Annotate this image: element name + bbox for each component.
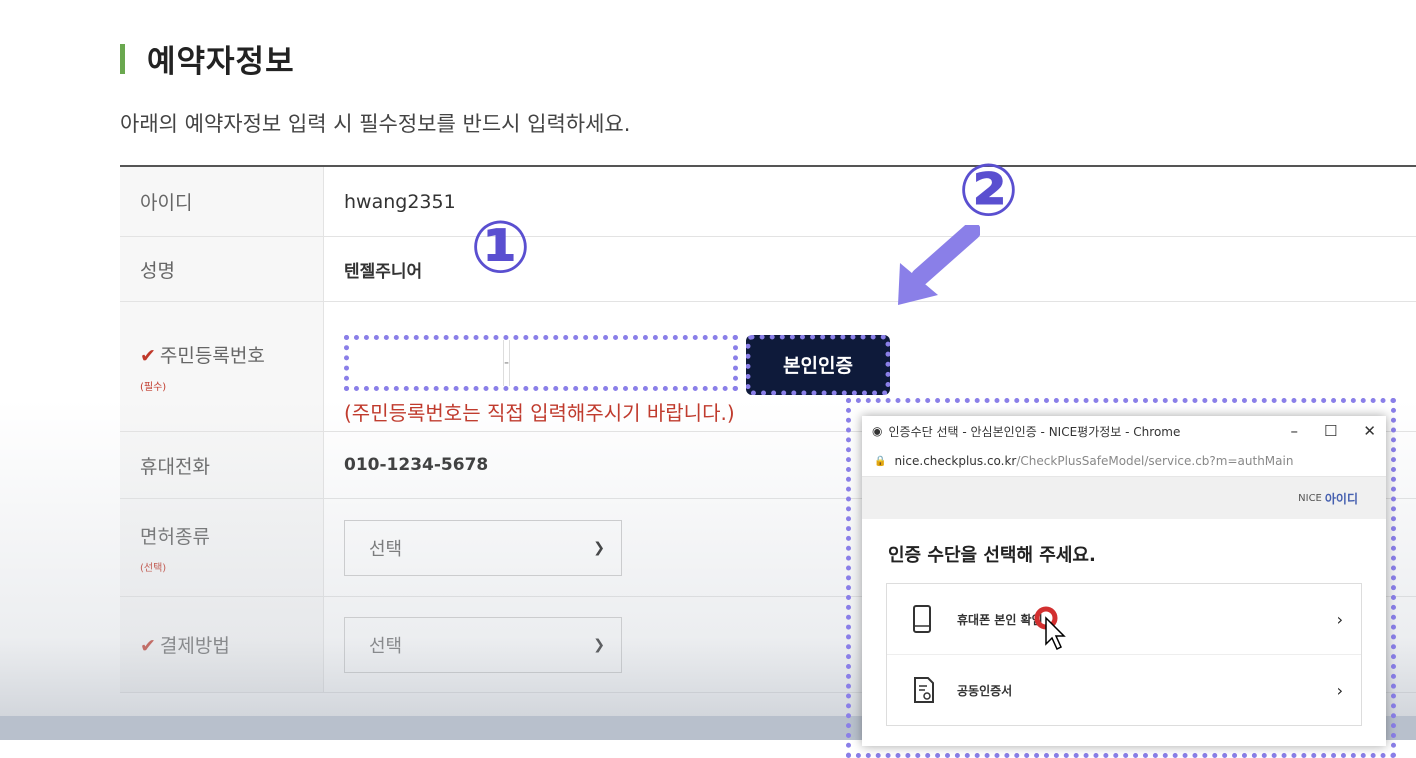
step-1-annotation: ① bbox=[470, 205, 531, 289]
label-id-text: 아이디 bbox=[140, 192, 193, 214]
chevron-down-icon: ❯ bbox=[593, 539, 605, 556]
minimize-icon[interactable]: – bbox=[1290, 422, 1298, 440]
verify-button[interactable]: 본인인증 bbox=[746, 334, 890, 395]
section-description: 아래의 예약자정보 입력 시 필수정보를 반드시 입력하세요. bbox=[120, 112, 631, 136]
label-license-text: 면허종류 bbox=[140, 525, 210, 548]
label-phone: 휴대전화 bbox=[120, 432, 324, 498]
annotation-arrow-icon bbox=[898, 225, 980, 305]
step-2-annotation: ② bbox=[958, 148, 1019, 232]
chevron-down-icon: ❯ bbox=[593, 636, 605, 653]
auth-option-list: 휴대폰 본인 확인 › 공동인증서 › bbox=[886, 583, 1362, 726]
section-header: 예약자정보 bbox=[120, 36, 295, 81]
chevron-right-icon: › bbox=[1336, 609, 1343, 629]
jumin-note: (주민등록번호는 직접 입력해주시기 바랍니다.) bbox=[344, 400, 735, 425]
page-title: 예약자정보 bbox=[147, 44, 295, 80]
jumin-first-input[interactable] bbox=[349, 339, 503, 388]
phone-icon bbox=[913, 605, 937, 633]
label-id: 아이디 bbox=[120, 167, 324, 236]
label-license: 면허종류 (선택) bbox=[120, 499, 324, 596]
label-jumin: ✔ 주민등록번호 (필수) bbox=[120, 302, 324, 431]
label-jumin-text: 주민등록번호 bbox=[159, 344, 265, 367]
jumin-input-group: - bbox=[344, 334, 747, 391]
license-select[interactable]: 선택 ❯ bbox=[344, 519, 622, 576]
label-payment-text: 결제방법 bbox=[159, 635, 230, 657]
required-check-icon: ✔ bbox=[140, 635, 156, 657]
payment-select[interactable]: 선택 ❯ bbox=[344, 616, 622, 673]
jumin-second-input[interactable] bbox=[510, 339, 747, 388]
popup-titlebar: ◉ 인증수단 선택 - 안심본인인증 - NICE평가정보 - Chrome –… bbox=[862, 416, 1386, 446]
auth-popup-window: ◉ 인증수단 선택 - 안심본인인증 - NICE평가정보 - Chrome –… bbox=[862, 416, 1386, 746]
maximize-icon[interactable]: ☐ bbox=[1324, 422, 1337, 440]
payment-select-value: 선택 bbox=[369, 635, 403, 657]
chrome-icon: ◉ bbox=[872, 424, 883, 438]
logo-prefix: NICE bbox=[1298, 492, 1322, 504]
row-name: 성명 텐젤주니어 bbox=[120, 237, 1416, 302]
popup-url-bar: 🔒 nice.checkplus.co.kr/CheckPlusSafeMode… bbox=[862, 446, 1386, 477]
auth-option-certificate[interactable]: 공동인증서 › bbox=[887, 654, 1361, 725]
popup-window-title: 인증수단 선택 - 안심본인인증 - NICE평가정보 - Chrome bbox=[888, 424, 1181, 439]
logo-brand: 아이디 bbox=[1324, 491, 1358, 506]
url-domain: nice.checkplus.co.kr bbox=[894, 454, 1017, 468]
jumin-dash: - bbox=[503, 339, 511, 386]
click-cursor-icon bbox=[1034, 606, 1066, 651]
lock-icon: 🔒 bbox=[874, 455, 887, 467]
close-icon[interactable]: ✕ bbox=[1363, 422, 1376, 440]
auth-option-label: 공동인증서 bbox=[957, 683, 1013, 698]
label-payment: ✔ 결제방법 bbox=[120, 597, 324, 692]
url-path: /CheckPlusSafeModel/service.cb?m=authMai… bbox=[1016, 454, 1294, 468]
label-phone-text: 휴대전화 bbox=[140, 455, 210, 478]
label-name-text: 성명 bbox=[140, 259, 175, 282]
row-id: 아이디 hwang2351 bbox=[120, 167, 1416, 237]
jumin-wrap: - 본인인증 (주민등록번호는 직접 입력해주시기 바랍니다.) bbox=[344, 317, 904, 425]
popup-logo-bar: NICE 아이디 bbox=[862, 477, 1386, 519]
license-select-value: 선택 bbox=[369, 538, 403, 560]
section-accent-bar bbox=[120, 43, 125, 74]
required-tag: (필수) bbox=[140, 381, 167, 393]
auth-option-phone[interactable]: 휴대폰 본인 확인 › bbox=[887, 584, 1361, 654]
optional-tag: (선택) bbox=[140, 562, 167, 574]
label-name: 성명 bbox=[120, 237, 324, 301]
certificate-icon bbox=[913, 677, 937, 703]
popup-heading: 인증 수단을 선택해 주세요. bbox=[888, 545, 1096, 566]
auth-option-label: 휴대폰 본인 확인 bbox=[957, 612, 1043, 627]
chevron-right-icon: › bbox=[1336, 680, 1343, 700]
required-check-icon: ✔ bbox=[140, 344, 156, 367]
